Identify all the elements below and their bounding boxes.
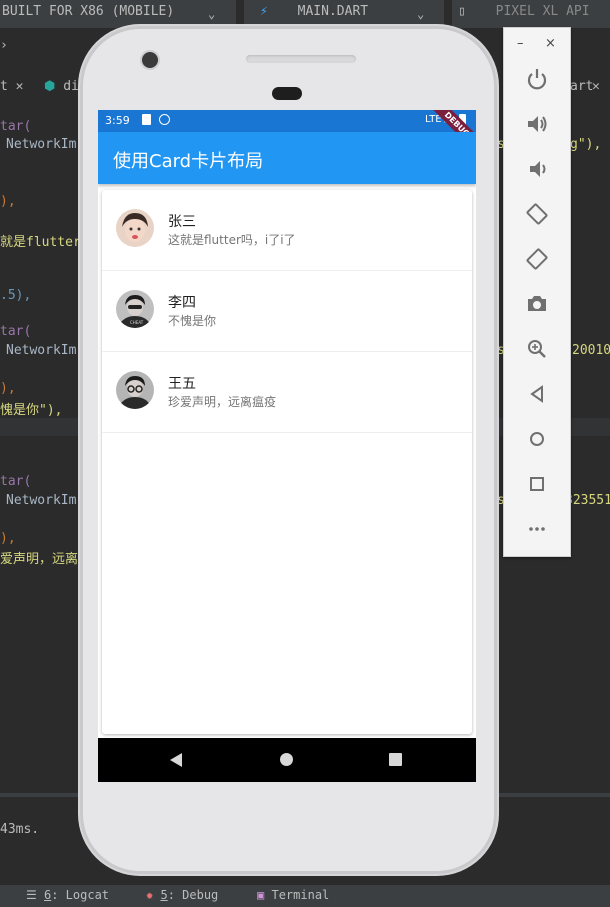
flutter-icon: ⚡ [260, 4, 268, 19]
debug-tool-button[interactable]: ✹ 5: Debug [146, 888, 218, 902]
close-tab-icon[interactable]: ✕ [592, 79, 600, 94]
code-line: 就是flutter [0, 235, 81, 250]
tile-title: 李四 [168, 295, 196, 311]
main-dart-tab[interactable]: ⚡ MAIN.DART [260, 0, 368, 28]
camera-icon[interactable] [524, 291, 550, 317]
proximity-sensor [272, 87, 302, 100]
rotate-right-icon[interactable] [524, 246, 550, 272]
code-line: NetworkIm [6, 137, 77, 152]
code-line: NetworkIm [6, 493, 77, 508]
code-line: tar( [0, 324, 32, 339]
dart-file-label: di [63, 79, 79, 94]
phone-frame: 3:59 LTE ◢ DEBUG 使用Card卡片布局 [80, 26, 497, 874]
debug-shortcut: 5 [160, 888, 168, 902]
tile-subtitle: 珍爱声明，远离瘟疫 [168, 395, 277, 409]
status-bar: 3:59 LTE ◢ DEBUG [98, 110, 476, 154]
console-output: 43ms. [0, 822, 40, 837]
code-line: 20010 [572, 343, 610, 358]
tile-subtitle: 不愧是你 [168, 314, 217, 328]
recents-icon[interactable] [389, 753, 402, 766]
svg-text:CHEAT: CHEAT [130, 320, 144, 325]
phone-screen: 3:59 LTE ◢ DEBUG 使用Card卡片布局 [98, 110, 476, 782]
terminal-label: Terminal [271, 888, 330, 902]
volume-down-icon[interactable] [524, 156, 550, 182]
dart-file-tab[interactable]: ⬢ di [44, 79, 79, 94]
tab-separator [444, 0, 452, 28]
code-line: 323551 [565, 493, 610, 508]
list-tile[interactable]: 张三 这就是flutter吗，i了i了 [102, 190, 472, 271]
avatar: CHEAT [116, 290, 154, 328]
emulator-toolbar: – × [503, 27, 571, 557]
code-line: 愧是你"), [0, 403, 63, 418]
logcat-label: : Logcat [51, 888, 110, 902]
navigation-bar [98, 738, 476, 782]
power-icon[interactable] [524, 66, 550, 92]
tile-title: 张三 [168, 214, 196, 230]
minimize-button[interactable]: – [517, 36, 524, 51]
terminal-icon: ▣ [257, 888, 265, 902]
code-line: tar( [0, 119, 32, 134]
code-line: ), [0, 531, 16, 546]
ide-tool-window-bar: ☰ 6: Logcat ✹ 5: Debug ▣ Terminal [0, 885, 610, 907]
page-title: 使用Card卡片布局 [113, 151, 264, 172]
code-line: g"), [570, 137, 602, 152]
device-icon: ▯ [458, 4, 466, 19]
code-line: ), [0, 194, 16, 209]
code-line: NetworkIm [6, 343, 77, 358]
dart-file-tab-2[interactable]: art [570, 79, 593, 94]
more-icon[interactable] [524, 516, 550, 542]
overview-icon[interactable] [524, 471, 550, 497]
debug-label: : Debug [167, 888, 219, 902]
code-line: 爱声明，远离 [0, 552, 79, 567]
run-config-tab[interactable]: BUILT FOR X86 (MOBILE) [2, 0, 174, 28]
main-dart-label: MAIN.DART [297, 4, 369, 19]
terminal-tool-button[interactable]: ▣ Terminal [257, 888, 329, 902]
back-icon[interactable] [170, 753, 182, 767]
volume-up-icon[interactable] [524, 111, 550, 137]
card: 张三 这就是flutter吗，i了i了 CHEAT 李四 不愧是你 王五 珍爱声… [102, 190, 472, 734]
tile-subtitle: 这就是flutter吗，i了i了 [168, 233, 296, 247]
home-icon[interactable] [280, 753, 293, 766]
back-icon[interactable] [524, 381, 550, 407]
tile-title: 王五 [168, 376, 196, 392]
home-icon[interactable] [524, 426, 550, 452]
code-line: tar( [0, 474, 32, 489]
status-time: 3:59 [105, 114, 130, 127]
close-button[interactable]: × [545, 36, 556, 51]
code-line: ), [0, 381, 16, 396]
front-camera [142, 52, 158, 68]
avatar [116, 371, 154, 409]
bug-icon: ✹ [146, 888, 154, 902]
avatar [116, 209, 154, 247]
tab-separator [236, 0, 244, 28]
logcat-tool-button[interactable]: ☰ 6: Logcat [26, 888, 109, 902]
list-tile[interactable]: 王五 珍爱声明，远离瘟疫 [102, 352, 472, 433]
close-tab-icon[interactable]: t ✕ [0, 79, 23, 94]
app-bar: 使用Card卡片布局 [98, 132, 476, 184]
earpiece-speaker [246, 55, 356, 63]
run-config-label: BUILT FOR X86 (MOBILE) [2, 4, 175, 19]
sync-icon [159, 114, 170, 125]
device-tab[interactable]: ▯ PIXEL XL API [458, 0, 590, 28]
list-tile[interactable]: CHEAT 李四 不愧是你 [102, 271, 472, 352]
dart-file-icon: ⬢ [44, 79, 56, 94]
dart-file-label-2: art [570, 79, 594, 94]
rotate-left-icon[interactable] [524, 201, 550, 227]
zoom-icon[interactable] [524, 336, 550, 362]
device-label: PIXEL XL API [495, 4, 590, 19]
chevron-right-icon[interactable]: › [0, 38, 8, 53]
logcat-icon: ☰ [26, 888, 37, 902]
sd-card-icon [142, 114, 151, 125]
code-line: .5), [0, 288, 32, 303]
